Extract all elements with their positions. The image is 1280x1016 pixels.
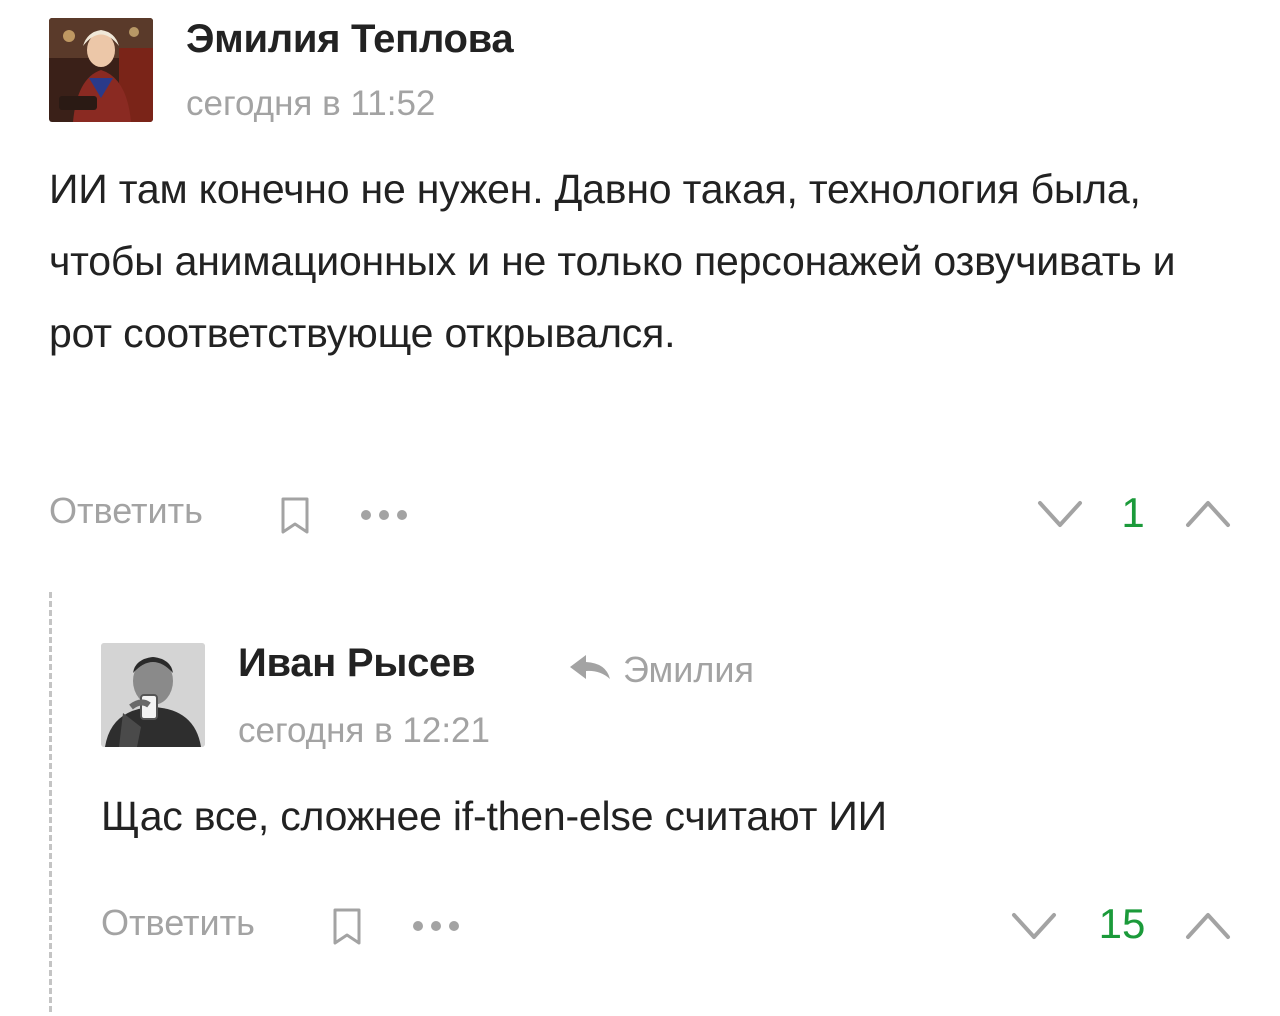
rating-value: 1 [1121,489,1145,536]
reply-button[interactable]: Ответить [49,490,203,532]
comment-timestamp[interactable]: сегодня в 12:21 [238,711,490,751]
reply-to-name[interactable]: Эмилия [623,649,754,691]
chevron-up-icon[interactable] [1184,910,1232,942]
avatar[interactable] [101,643,205,747]
avatar[interactable] [49,18,153,122]
thread-line [49,592,52,1012]
bookmark-icon[interactable] [332,907,364,947]
comment-timestamp[interactable]: сегодня в 11:52 [186,84,435,124]
man-photo-avatar [101,643,205,747]
comment-text: ИИ там конечно не нужен. Давно такая, те… [49,166,1176,356]
comment-author[interactable]: Эмилия Теплова [186,17,514,62]
reply-button[interactable]: Ответить [101,902,255,944]
woman-photo-avatar [49,18,153,122]
rating-value: 15 [1098,900,1146,947]
chevron-up-icon[interactable] [1184,498,1232,530]
comment-text: Щас все, сложнее if-then-else считают ИИ [101,793,887,839]
chevron-down-icon[interactable] [1036,498,1084,530]
more-dots-icon[interactable] [412,918,460,934]
bookmark-icon[interactable] [280,496,312,536]
comment-author[interactable]: Иван Рысев [238,641,476,686]
more-dots-icon[interactable] [360,507,408,523]
reply-arrow-icon [568,653,612,681]
chevron-down-icon[interactable] [1010,910,1058,942]
